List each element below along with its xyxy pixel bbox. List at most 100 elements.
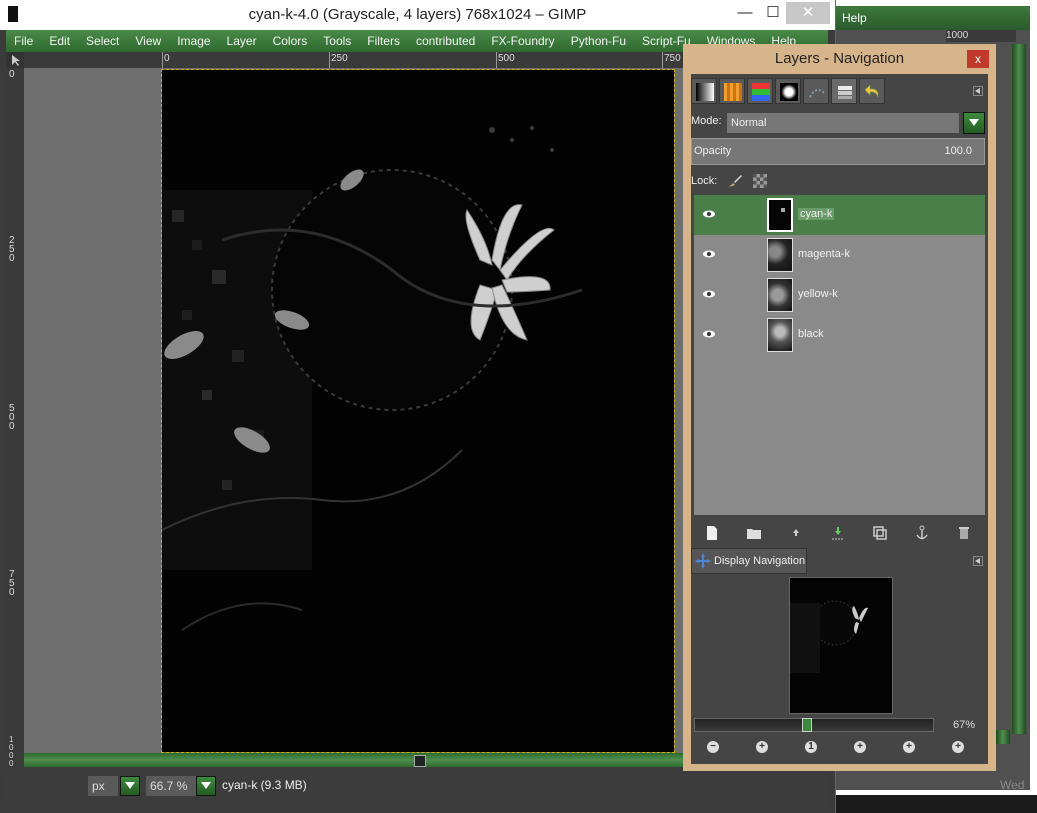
menu-python-fu[interactable]: Python-Fu: [563, 34, 634, 48]
navigation-menu-button[interactable]: [973, 556, 983, 566]
menu-edit[interactable]: Edit: [41, 34, 78, 48]
canvas-area[interactable]: [24, 68, 684, 753]
status-bar: px 66.7 % cyan-k (9.3 MB): [6, 770, 828, 806]
layer-name[interactable]: black: [798, 328, 824, 340]
ruler-label: 1000: [9, 735, 14, 768]
opacity-label: Opacity: [694, 145, 732, 157]
anchor-layer-icon[interactable]: [913, 524, 931, 542]
layer-name[interactable]: magenta-k: [798, 248, 850, 260]
background-window-menu[interactable]: Help: [834, 6, 1030, 30]
ruler-tick: [662, 52, 663, 68]
taskbar-strip: [835, 795, 1037, 813]
zoom-out-button[interactable]: −: [707, 741, 719, 753]
zoom-1-1-button[interactable]: 1: [805, 741, 817, 753]
zoom-value: 67%: [953, 719, 976, 731]
unit-field[interactable]: px: [88, 776, 118, 796]
tab-palettes[interactable]: [747, 78, 773, 104]
menu-fx-foundry[interactable]: FX-Foundry: [483, 34, 562, 48]
zoom-slider[interactable]: [694, 718, 934, 732]
layer-name[interactable]: yellow-k: [798, 288, 838, 300]
navigation-preview[interactable]: [789, 577, 893, 714]
tab-patterns[interactable]: [719, 78, 745, 104]
ruler-label: 250: [331, 53, 348, 64]
unit-dropdown[interactable]: [120, 776, 140, 796]
duplicate-layer-icon[interactable]: [871, 524, 889, 542]
layer-row-cyan-k[interactable]: cyan-k: [694, 195, 985, 235]
opacity-slider[interactable]: Opacity 100.0: [691, 138, 985, 165]
lower-layer-icon[interactable]: [829, 524, 847, 542]
zoom-slider-thumb[interactable]: [802, 718, 812, 732]
image-canvas[interactable]: [161, 69, 675, 753]
tab-paths[interactable]: [803, 78, 829, 104]
menu-layer[interactable]: Layer: [219, 34, 265, 48]
dock-content: Mode: Normal Opacity 100.0 Lock: cyan-k …: [691, 74, 988, 764]
delete-layer-icon[interactable]: [955, 524, 973, 542]
ruler-label: 750: [664, 53, 681, 64]
ruler-label: 0: [164, 53, 170, 64]
zoom-fit-image-button[interactable]: +: [854, 741, 866, 753]
lock-alpha-icon[interactable]: [753, 174, 767, 188]
tab-brushes[interactable]: [775, 78, 801, 104]
mode-label: Mode:: [691, 115, 722, 127]
close-button[interactable]: ✕: [786, 2, 830, 24]
shrink-wrap-button[interactable]: +: [952, 741, 964, 753]
window-title: cyan-k-4.0 (Grayscale, 4 layers) 768x102…: [248, 6, 587, 23]
eye-icon[interactable]: [702, 249, 716, 259]
menu-colors[interactable]: Colors: [265, 34, 316, 48]
eye-icon[interactable]: [702, 329, 716, 339]
pointer-icon: [12, 55, 20, 66]
layer-row-magenta-k[interactable]: magenta-k: [694, 235, 985, 275]
new-layer-group-icon[interactable]: [745, 524, 763, 542]
zoom-in-button[interactable]: +: [756, 741, 768, 753]
new-layer-icon[interactable]: [703, 524, 721, 542]
tab-gradients[interactable]: [691, 78, 717, 104]
menu-view[interactable]: View: [127, 34, 169, 48]
layer-buttons: [691, 522, 988, 546]
lock-pixels-icon[interactable]: [727, 173, 743, 189]
eye-icon[interactable]: [702, 289, 716, 299]
gradient-icon: [696, 83, 714, 101]
tab-display-navigation[interactable]: Display Navigation: [691, 548, 807, 574]
raise-layer-icon[interactable]: [787, 524, 805, 542]
layer-thumbnail: [767, 198, 793, 232]
gimp-app-icon: [8, 6, 18, 22]
layer-row-black[interactable]: black: [694, 315, 985, 355]
navigation-buttons: − + 1 + + +: [691, 738, 988, 758]
menu-file[interactable]: File: [6, 34, 41, 48]
horizontal-scrollbar[interactable]: [24, 753, 684, 767]
background-vertical-scrollbar[interactable]: [1012, 44, 1026, 734]
undo-icon: [864, 84, 879, 98]
menu-image[interactable]: Image: [169, 34, 218, 48]
menu-filters[interactable]: Filters: [359, 34, 408, 48]
horizontal-ruler[interactable]: 0 250 500 750: [24, 52, 684, 69]
background-ruler-label: 1000: [946, 30, 969, 41]
tab-layers[interactable]: [831, 78, 857, 104]
opacity-value[interactable]: 100.0: [944, 145, 972, 157]
zoom-dropdown[interactable]: [196, 776, 216, 796]
layer-name[interactable]: cyan-k: [798, 208, 835, 220]
mode-select[interactable]: Normal: [727, 113, 959, 133]
layer-thumbnail: [767, 238, 793, 272]
zoom-fill-window-button[interactable]: +: [903, 741, 915, 753]
background-help-menu[interactable]: Help: [842, 11, 867, 25]
eye-icon[interactable]: [702, 209, 716, 219]
menu-select[interactable]: Select: [78, 34, 127, 48]
tab-undo-history[interactable]: [859, 78, 885, 104]
navigation-tab-label: Display Navigation: [714, 555, 806, 567]
tab-menu-button[interactable]: [973, 86, 983, 96]
dock-close-button[interactable]: x: [967, 50, 989, 68]
layer-list[interactable]: cyan-k magenta-k yellow-k black: [694, 195, 985, 515]
maximize-button[interactable]: ☐: [758, 2, 788, 24]
minimize-button[interactable]: —: [730, 2, 760, 24]
mode-dropdown-button[interactable]: [963, 112, 985, 134]
vertical-ruler[interactable]: 0 250 500 750 1000: [6, 68, 24, 768]
navigation-thumbnail: [790, 600, 868, 673]
horizontal-scroll-thumb[interactable]: [414, 755, 426, 767]
menu-tools[interactable]: Tools: [315, 34, 359, 48]
ruler-tick: [496, 52, 497, 68]
menu-contributed[interactable]: contributed: [408, 34, 483, 48]
zoom-field[interactable]: 66.7 %: [146, 776, 198, 796]
ruler-label: 500: [9, 403, 15, 432]
layer-row-yellow-k[interactable]: yellow-k: [694, 275, 985, 315]
ruler-corner[interactable]: [6, 52, 24, 68]
